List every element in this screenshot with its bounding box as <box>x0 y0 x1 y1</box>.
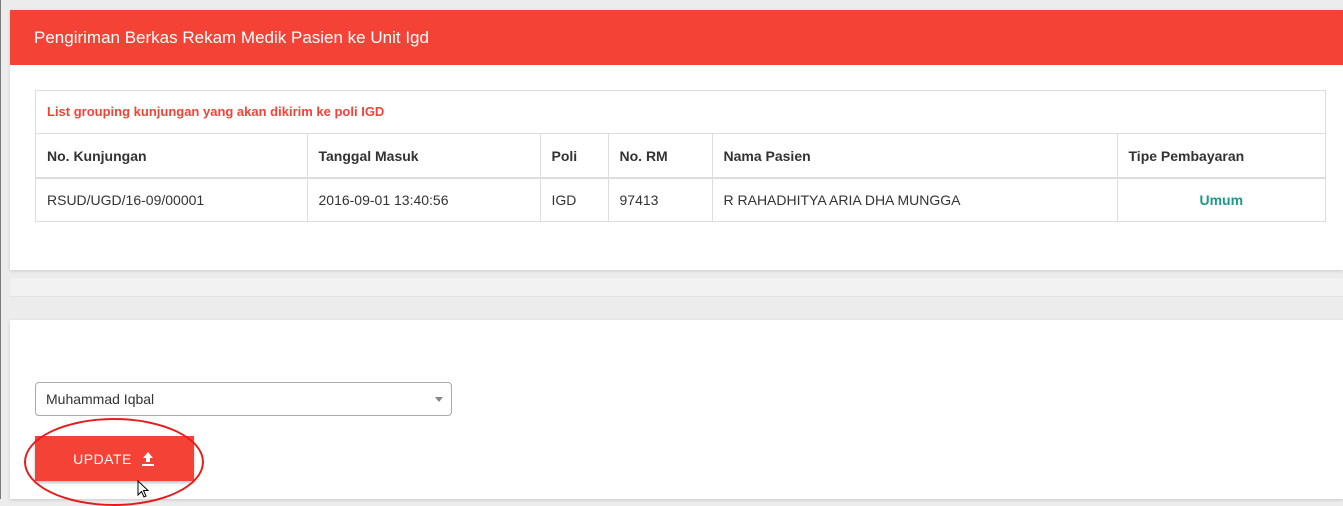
col-tanggal-masuk[interactable]: Tanggal Masuk <box>307 134 541 179</box>
transfer-panel: Pengiriman Berkas Rekam Medik Pasien ke … <box>10 10 1343 270</box>
cursor-icon <box>137 480 150 498</box>
chevron-down-icon <box>435 397 443 402</box>
window-border <box>0 0 1 499</box>
grouping-table: No. Kunjungan Tanggal Masuk Poli No. RM … <box>36 134 1325 221</box>
panel-title: Pengiriman Berkas Rekam Medik Pasien ke … <box>10 10 1343 65</box>
table-row[interactable]: RSUD/UGD/16-09/00001 2016-09-01 13:40:56… <box>36 178 1325 221</box>
table-header-row: No. Kunjungan Tanggal Masuk Poli No. RM … <box>36 134 1325 179</box>
col-no-rm[interactable]: No. RM <box>608 134 713 179</box>
cell-nama-pasien: R RAHADHITYA ARIA DHA MUNGGA <box>712 178 1118 221</box>
section-divider <box>10 278 1343 297</box>
cell-no-kunjungan: RSUD/UGD/16-09/00001 <box>36 178 308 221</box>
col-nama-pasien[interactable]: Nama Pasien <box>712 134 1118 179</box>
grouping-table-container: List grouping kunjungan yang akan dikiri… <box>35 90 1326 222</box>
cell-tanggal-masuk: 2016-09-01 13:40:56 <box>307 178 541 221</box>
col-poli[interactable]: Poli <box>540 134 609 179</box>
cell-tipe-pembayaran: Umum <box>1199 192 1244 208</box>
petugas-select[interactable]: Muhammad Iqbal <box>35 382 452 416</box>
cell-no-rm: 97413 <box>608 178 713 221</box>
col-tipe-pembayaran[interactable]: Tipe Pembayaran <box>1117 134 1325 179</box>
table-caption: List grouping kunjungan yang akan dikiri… <box>36 91 1325 134</box>
update-panel: Muhammad Iqbal UPDATE <box>10 320 1343 499</box>
select-value: Muhammad Iqbal <box>46 391 155 407</box>
col-no-kunjungan[interactable]: No. Kunjungan <box>36 134 308 179</box>
highlight-annotation <box>24 418 204 506</box>
cell-poli: IGD <box>540 178 609 221</box>
